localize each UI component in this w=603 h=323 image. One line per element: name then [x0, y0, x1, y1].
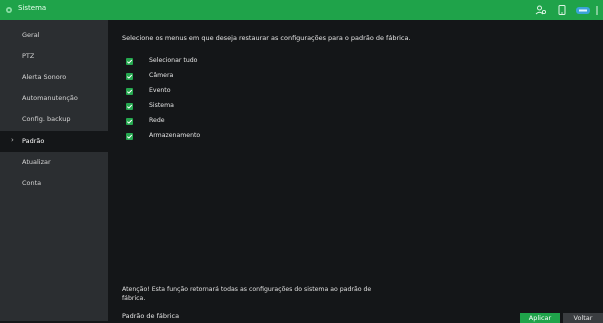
window-control-icon[interactable]	[594, 4, 602, 16]
window-title: Sistema	[18, 4, 47, 12]
checkbox-checked-icon[interactable]	[126, 58, 133, 65]
sidebar-item-ptz[interactable]: PTZ	[0, 46, 108, 67]
checkbox-checked-icon[interactable]	[126, 73, 133, 80]
option-label: Câmera	[149, 72, 174, 79]
sidebar-item-label: PTZ	[22, 52, 35, 60]
sidebar-item-conta[interactable]: Conta	[0, 173, 108, 194]
sidebar-item-padrao[interactable]: › Padrão	[0, 131, 108, 152]
back-button[interactable]: Voltar	[563, 313, 603, 323]
option-label: Selecionar tudo	[149, 57, 198, 64]
checkbox-checked-icon[interactable]	[126, 133, 133, 140]
option-label: Evento	[149, 87, 171, 94]
sidebar-item-atualizar[interactable]: Atualizar	[0, 152, 108, 173]
title-bar: Sistema	[0, 0, 603, 20]
apply-button[interactable]: Aplicar	[520, 313, 560, 323]
sidebar-item-alerta-sonoro[interactable]: Alerta Sonoro	[0, 67, 108, 88]
option-label: Armazenamento	[149, 132, 201, 139]
instruction-text: Selecione os menus em que deseja restaur…	[122, 34, 411, 42]
phone-icon[interactable]	[556, 4, 568, 16]
option-label: Sistema	[149, 102, 174, 109]
users-icon[interactable]	[535, 4, 547, 16]
sidebar-item-config-backup[interactable]: Config. backup	[0, 109, 108, 130]
sidebar-item-geral[interactable]: Geral	[0, 25, 108, 46]
sidebar-item-label: Alerta Sonoro	[22, 73, 67, 81]
sidebar-item-label: Automanutenção	[22, 94, 78, 102]
factory-default-label: Padrão de fábrica	[122, 312, 180, 320]
sidebar: Geral PTZ Alerta Sonoro Automanutenção C…	[0, 20, 108, 321]
checkbox-checked-icon[interactable]	[126, 103, 133, 110]
sidebar-item-label: Padrão	[22, 137, 45, 145]
sidebar-item-label: Geral	[22, 31, 40, 39]
warning-text: Atenção! Esta função retornará todas as …	[122, 286, 372, 302]
sidebar-item-label: Config. backup	[22, 115, 71, 123]
chevron-right-icon: ›	[11, 136, 14, 144]
sidebar-item-automanutencao[interactable]: Automanutenção	[0, 88, 108, 109]
sidebar-item-label: Conta	[22, 179, 42, 187]
checkbox-checked-icon[interactable]	[126, 118, 133, 125]
main-panel: Selecione os menus em que deseja restaur…	[108, 20, 603, 323]
sidebar-item-label: Atualizar	[22, 158, 51, 166]
option-label: Rede	[149, 117, 165, 124]
checkbox-checked-icon[interactable]	[126, 88, 133, 95]
app-logo-icon	[6, 7, 12, 13]
network-icon[interactable]	[575, 4, 591, 16]
